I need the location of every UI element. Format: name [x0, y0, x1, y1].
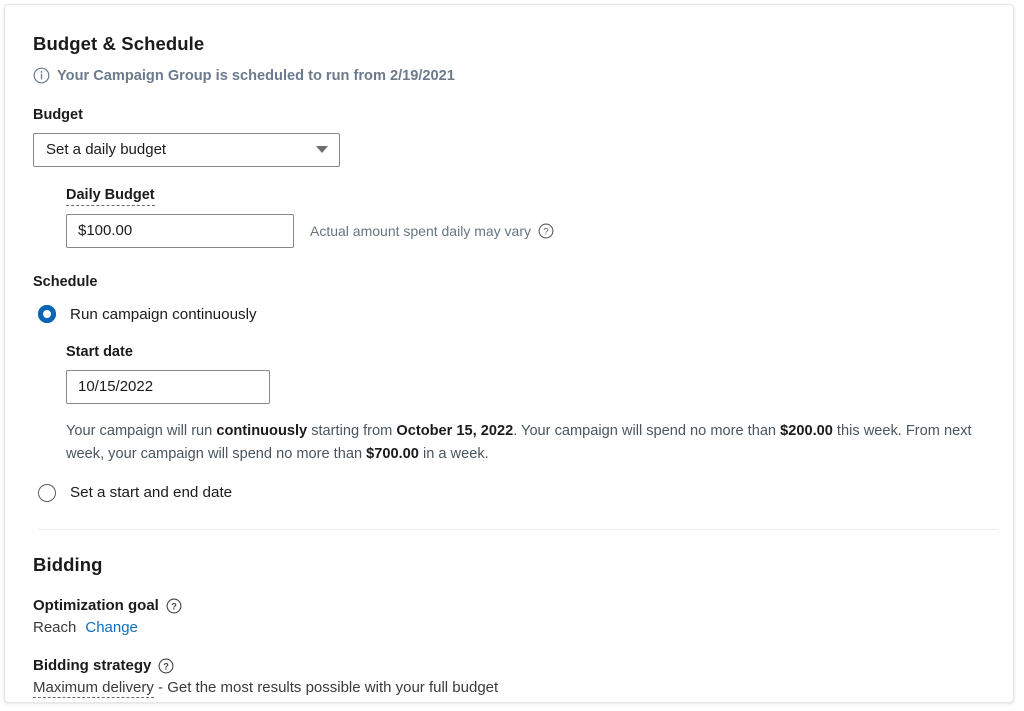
bidding-strategy-label-row: Bidding strategy ?: [33, 657, 985, 674]
help-circle-icon[interactable]: ?: [538, 223, 554, 239]
summary-part-3: . Your campaign will spend no more than: [513, 422, 781, 439]
radio-run-continuously-indicator[interactable]: [38, 305, 56, 324]
schedule-label: Schedule: [33, 273, 98, 290]
radio-start-end-date[interactable]: Set a start and end date: [33, 483, 985, 502]
summary-bold-1: continuously: [216, 422, 308, 439]
start-date-row: [66, 369, 985, 404]
daily-budget-row: Actual amount spent daily may vary ?: [66, 213, 985, 248]
bidding-strategy-label: Bidding strategy: [33, 657, 152, 675]
bidding-strategy-value-row: Maximum delivery - Get the most results …: [33, 679, 985, 699]
budget-label: Budget: [33, 107, 83, 124]
optimization-goal-label: Optimization goal: [33, 597, 159, 615]
svg-text:?: ?: [164, 661, 170, 671]
radio-run-continuously[interactable]: Run campaign continuously: [33, 305, 985, 324]
section-divider: [38, 528, 998, 530]
optimization-goal-value: Reach: [33, 619, 77, 637]
optimization-goal-value-row: Reach Change: [33, 619, 985, 636]
daily-budget-group: Daily Budget Actual amount spent daily m…: [66, 187, 985, 248]
daily-budget-input[interactable]: [66, 213, 294, 248]
summary-part-1: Your campaign will run: [66, 422, 217, 439]
radio-start-end-date-indicator[interactable]: [38, 483, 56, 502]
page-title: Budget & Schedule: [33, 33, 205, 54]
daily-budget-hint-text: Actual amount spent daily may vary: [310, 222, 531, 239]
card-content: Budget & Schedule Your Campaign Group is…: [5, 5, 1013, 699]
schedule-notice-text: Your Campaign Group is scheduled to run …: [57, 67, 455, 84]
summary-bold-3: $200.00: [780, 422, 833, 439]
budget-schedule-card: Budget & Schedule Your Campaign Group is…: [4, 4, 1014, 703]
start-date-input[interactable]: [66, 369, 270, 404]
summary-bold-2: October 15, 2022: [396, 422, 514, 439]
bidding-title: Bidding: [33, 553, 103, 575]
budget-type-select[interactable]: Set a daily budget: [33, 132, 340, 167]
chevron-down-icon: [316, 146, 328, 154]
svg-text:?: ?: [171, 601, 177, 611]
budget-type-select-value: Set a daily budget: [46, 141, 167, 159]
daily-budget-label[interactable]: Daily Budget: [66, 187, 155, 206]
optimization-goal-label-row: Optimization goal ?: [33, 597, 985, 614]
schedule-notice: Your Campaign Group is scheduled to run …: [33, 67, 985, 84]
summary-part-5: in a week.: [418, 445, 489, 462]
schedule-summary: Your campaign will run continuously star…: [66, 420, 985, 466]
summary-bold-4: $700.00: [366, 445, 419, 462]
info-circle-icon: [33, 67, 50, 84]
help-circle-icon[interactable]: ?: [158, 658, 174, 674]
daily-budget-hint: Actual amount spent daily may vary ?: [310, 223, 554, 239]
start-date-group: Start date Your campaign will run contin…: [66, 344, 985, 465]
bidding-strategy-description: - Get the most results possible with you…: [153, 679, 499, 697]
daily-budget-label-wrap: Daily Budget: [66, 187, 985, 206]
svg-text:?: ?: [543, 227, 548, 237]
bidding-strategy-name[interactable]: Maximum delivery: [33, 679, 154, 699]
help-circle-icon[interactable]: ?: [166, 598, 182, 614]
change-optimization-goal-link[interactable]: Change: [85, 619, 138, 636]
start-date-label: Start date: [66, 344, 133, 361]
radio-start-end-date-label: Set a start and end date: [70, 484, 233, 502]
radio-run-continuously-label: Run campaign continuously: [70, 305, 257, 323]
summary-part-2: starting from: [307, 422, 397, 439]
